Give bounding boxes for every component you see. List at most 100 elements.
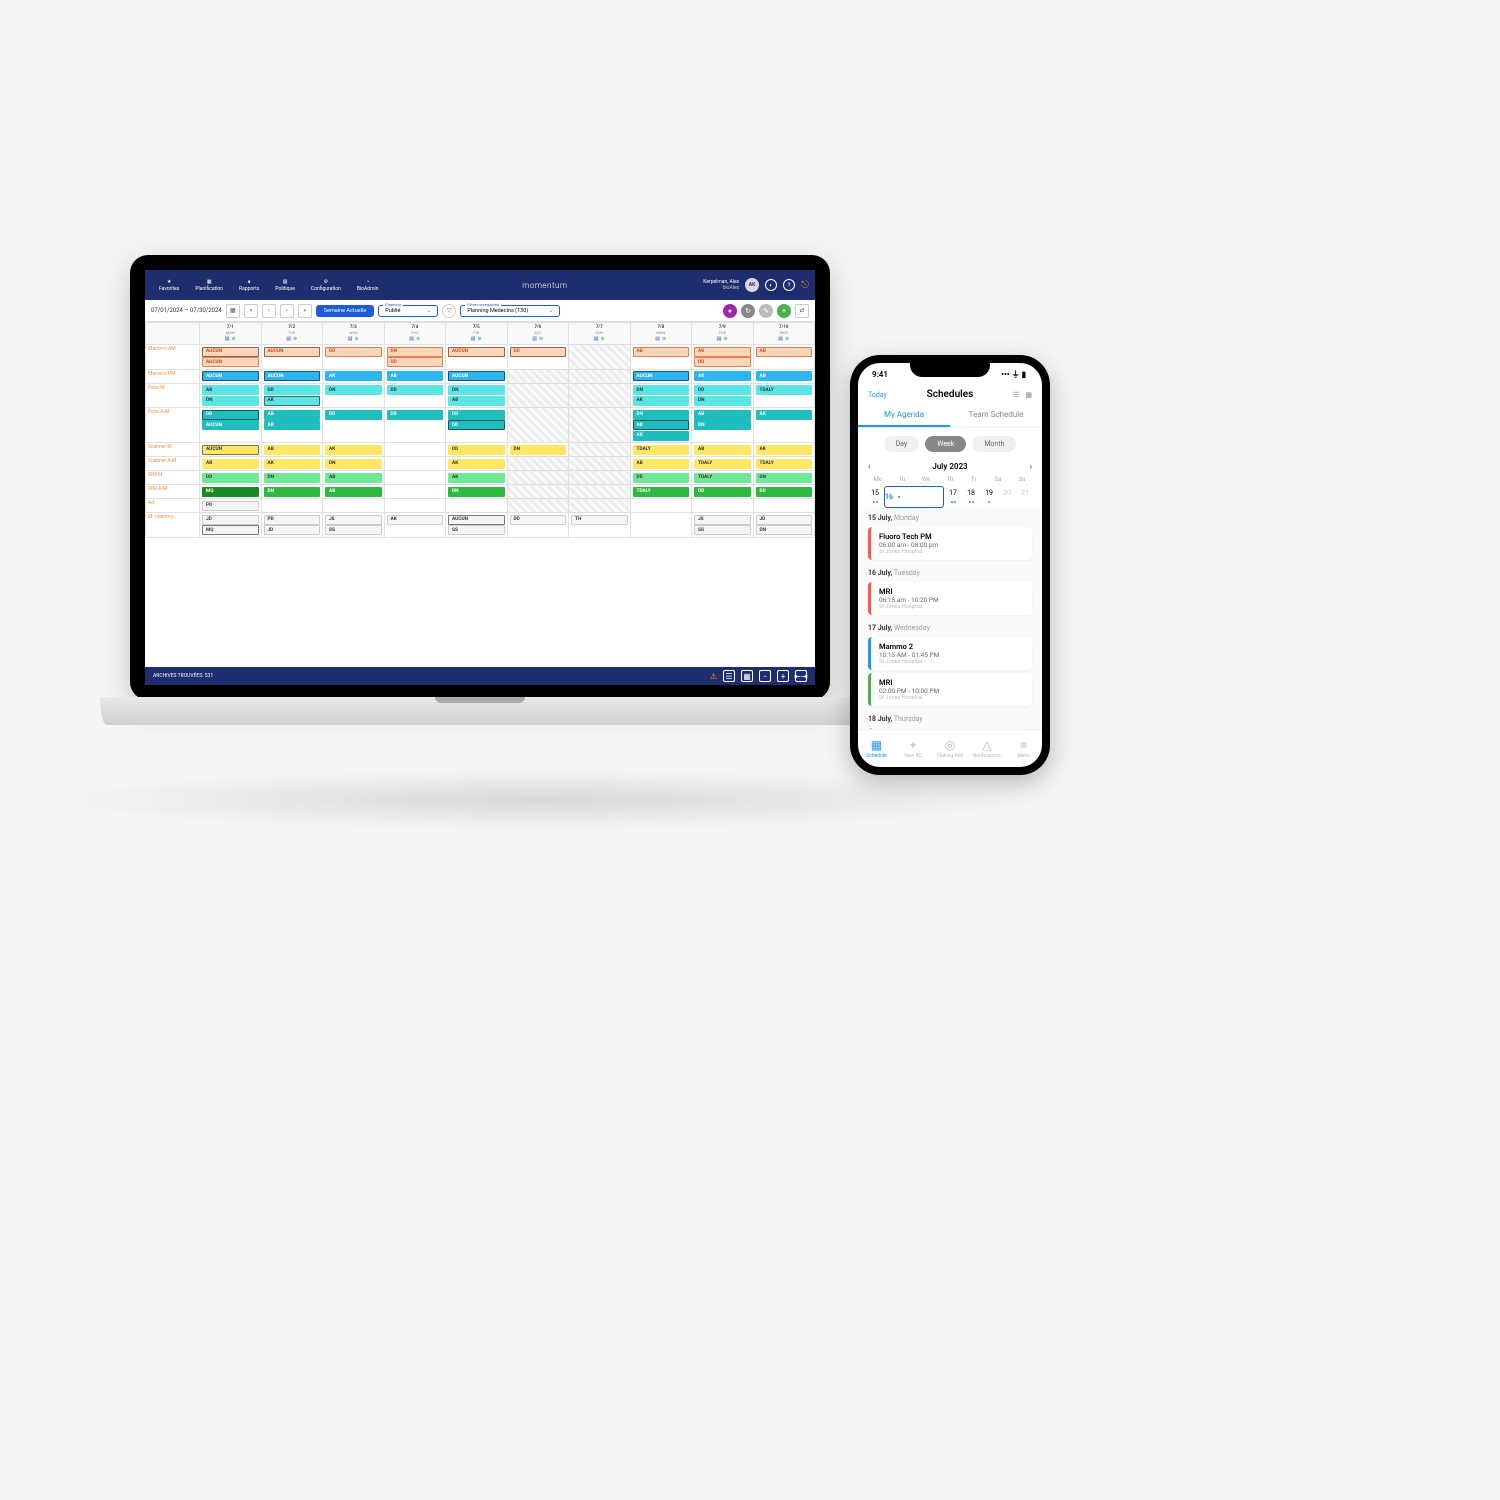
zoom-out-icon[interactable]: −: [759, 670, 771, 682]
schedule-cell[interactable]: DN: [446, 485, 508, 499]
list-view-icon[interactable]: ☰: [1013, 391, 1019, 399]
calendar-icon[interactable]: ▦: [1025, 391, 1032, 399]
shift-chip[interactable]: DN: [694, 396, 751, 406]
shift-chip[interactable]: AK: [633, 396, 690, 406]
schedule-cell[interactable]: AB: [753, 369, 815, 383]
help-icon[interactable]: ?: [783, 279, 795, 291]
schedule-cell[interactable]: [569, 408, 631, 443]
shift-chip[interactable]: TDALY: [756, 459, 813, 469]
shift-chip[interactable]: DN: [264, 487, 321, 497]
shift-chip[interactable]: SS: [448, 525, 505, 535]
schedule-cell[interactable]: [261, 499, 323, 513]
shift-chip[interactable]: AB: [325, 473, 382, 483]
segment-month[interactable]: Month: [972, 436, 1016, 452]
shift-chip[interactable]: AK: [264, 396, 321, 406]
schedule-cell[interactable]: [384, 471, 446, 485]
schedule-cell[interactable]: DD: [384, 383, 446, 408]
shift-chip[interactable]: TDALY: [633, 445, 690, 455]
schedule-cell[interactable]: AUCUNSS: [446, 513, 508, 538]
tab-my-agenda[interactable]: My Agenda: [858, 404, 950, 427]
schedule-cell[interactable]: DD: [384, 408, 446, 443]
shift-chip[interactable]: DN: [387, 347, 444, 357]
schedule-cell[interactable]: TDALY: [692, 471, 754, 485]
shift-chip[interactable]: AB: [264, 445, 321, 455]
schedule-cell[interactable]: DDAUCUN: [200, 408, 262, 443]
shift-chip[interactable]: AK: [325, 445, 382, 455]
schedule-cell[interactable]: ABDN: [200, 383, 262, 408]
schedule-cell[interactable]: AUCUNAUCUN: [200, 345, 262, 370]
shift-chip[interactable]: PD: [202, 501, 259, 511]
schedule-cell[interactable]: DD: [507, 345, 569, 370]
shift-chip[interactable]: AK: [448, 459, 505, 469]
shift-chip[interactable]: DN: [756, 473, 813, 483]
doc-icon[interactable]: ▤: [471, 336, 476, 342]
add-icon[interactable]: ⊕: [785, 336, 789, 342]
schedule-cell[interactable]: DN: [261, 485, 323, 499]
schedule-cell[interactable]: DN: [323, 383, 385, 408]
schedule-cell[interactable]: AK: [323, 369, 385, 383]
doc-icon[interactable]: ▤: [717, 336, 722, 342]
shift-chip[interactable]: MQ: [202, 525, 259, 535]
tab-team-schedule[interactable]: Team Schedule: [950, 404, 1042, 427]
schedule-cell[interactable]: AUCUN: [630, 369, 692, 383]
zoom-in-icon[interactable]: +: [777, 670, 789, 682]
schedule-cell[interactable]: DDAK: [261, 383, 323, 408]
shift-chip[interactable]: DD: [264, 385, 321, 395]
prev-button[interactable]: ‹: [262, 304, 276, 318]
shift-chip[interactable]: AUCUN: [202, 445, 259, 455]
schedule-cell[interactable]: JSSS: [323, 513, 385, 538]
schedule-cell[interactable]: DN: [753, 471, 815, 485]
schedule-cell[interactable]: PD: [200, 499, 262, 513]
prev-month-button[interactable]: ‹: [868, 462, 870, 471]
schedule-cell[interactable]: AK: [446, 457, 508, 471]
filter-icon[interactable]: ▽: [442, 304, 456, 318]
schedule-cell[interactable]: DNAB: [446, 383, 508, 408]
nav-configuration[interactable]: ⚙Configuration: [303, 276, 349, 295]
schedule-cell[interactable]: AB: [323, 485, 385, 499]
agenda-event[interactable]: Mammo 210:15 AM - 01:45 PMSt Jones Hospi…: [868, 637, 1032, 670]
schedule-cell[interactable]: [630, 513, 692, 538]
schedule-cell[interactable]: ABDN: [692, 408, 754, 443]
schedule-cell[interactable]: [569, 471, 631, 485]
shift-chip[interactable]: DD: [694, 385, 751, 395]
shift-chip[interactable]: JD: [756, 515, 813, 525]
schedule-cell[interactable]: [323, 499, 385, 513]
saved-filter-select[interactable]: Filtres enregistrés Planning Medecins (1…: [460, 305, 560, 317]
shift-chip[interactable]: DN: [510, 445, 567, 455]
schedule-cell[interactable]: DNABAK: [630, 408, 692, 443]
shift-chip[interactable]: DD: [325, 410, 382, 420]
shift-chip[interactable]: DD: [694, 487, 751, 497]
shift-chip[interactable]: SS: [694, 525, 751, 535]
shift-chip[interactable]: AB: [756, 347, 813, 357]
nav-favorites[interactable]: ★Favorites: [151, 276, 187, 295]
shift-chip[interactable]: AUCUN: [633, 371, 690, 381]
schedule-cell[interactable]: AB: [753, 345, 815, 370]
tabbar-new-rq[interactable]: +New RQ: [895, 730, 932, 767]
shift-chip[interactable]: DN: [325, 459, 382, 469]
nav-politique[interactable]: ▤Politique: [267, 276, 303, 295]
schedule-cell[interactable]: [692, 499, 754, 513]
agenda-event[interactable]: MRI06:15 am - 10:20 PMSt Jones Hospital: [868, 582, 1032, 615]
shift-chip[interactable]: AUCUN: [202, 347, 259, 357]
schedule-grid[interactable]: 7/1MON▤⊕7/2TUE▤⊕7/3WED▤⊕7/4THU▤⊕7/5FRI▤⊕…: [145, 322, 815, 667]
schedule-cell[interactable]: [507, 499, 569, 513]
schedule-cell[interactable]: AK: [384, 513, 446, 538]
day-header[interactable]: 7/2TUE▤⊕: [261, 323, 323, 345]
tabbar-notifications[interactable]: △Notifications: [968, 730, 1005, 767]
schedule-cell[interactable]: [569, 369, 631, 383]
add-icon[interactable]: ⊕: [232, 336, 236, 342]
calendar-day[interactable]: 16: [884, 486, 944, 508]
schedule-cell[interactable]: AB: [630, 457, 692, 471]
schedule-cell[interactable]: AB: [261, 443, 323, 457]
schedule-cell[interactable]: [507, 471, 569, 485]
shift-chip[interactable]: DD: [387, 410, 444, 420]
schedule-cell[interactable]: PDJD: [261, 513, 323, 538]
calendar-day[interactable]: 21: [1016, 486, 1034, 508]
shift-chip[interactable]: AUCUN: [448, 347, 505, 357]
shift-chip[interactable]: TDALY: [756, 385, 813, 395]
shift-chip[interactable]: AK: [387, 515, 444, 525]
schedule-cell[interactable]: [507, 383, 569, 408]
day-header[interactable]: 7/10WED▤⊕: [753, 323, 815, 345]
schedule-cell[interactable]: AUCUN: [446, 345, 508, 370]
schedule-cell[interactable]: AKDD: [692, 345, 754, 370]
